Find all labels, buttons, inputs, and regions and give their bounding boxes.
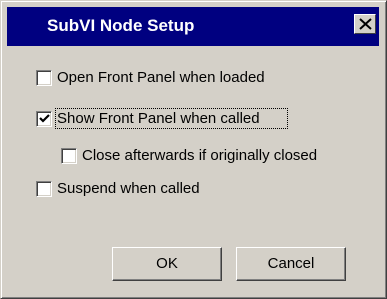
show-front-panel-checkbox[interactable] xyxy=(36,111,52,127)
window-title: SubVI Node Setup xyxy=(47,16,195,35)
suspend-when-called-checkbox[interactable] xyxy=(36,181,52,197)
option-label: Open Front Panel when loaded xyxy=(57,69,265,86)
close-button[interactable] xyxy=(354,14,376,34)
option-label: Show Front Panel when called xyxy=(57,110,260,127)
ok-button[interactable]: OK xyxy=(112,247,222,281)
open-front-panel-checkbox[interactable] xyxy=(36,70,52,86)
option-label: Close afterwards if originally closed xyxy=(82,147,318,164)
title-bar[interactable]: SubVI Node Setup xyxy=(7,7,379,46)
option-label: Suspend when called xyxy=(57,180,200,197)
close-afterwards-checkbox[interactable] xyxy=(61,148,77,164)
cancel-button[interactable]: Cancel xyxy=(236,247,346,281)
dialog-window: SubVI Node Setup Open Front Panel when l… xyxy=(0,0,387,299)
close-icon xyxy=(359,18,372,30)
check-icon xyxy=(39,114,50,123)
